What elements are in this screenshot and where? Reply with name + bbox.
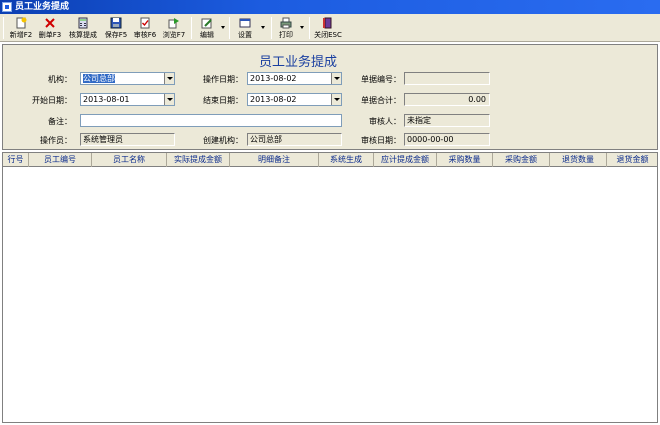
- print-menu-button[interactable]: 打印: [275, 16, 297, 40]
- op-date-value: 2013-08-02: [250, 74, 297, 83]
- creator-org-field: 公司总部: [247, 133, 342, 146]
- column-header[interactable]: 系统生成: [319, 153, 374, 167]
- column-header[interactable]: 退货数量: [550, 153, 607, 167]
- toolbar-separator: [229, 17, 230, 39]
- operator-label: 操作员：: [40, 136, 72, 145]
- auditor-label: 审核人：: [369, 117, 401, 126]
- title-bar: 员工业务提成: [0, 0, 660, 14]
- operator-field: 系统管理员: [80, 133, 175, 146]
- delete-button[interactable]: 删单F3: [36, 16, 64, 40]
- new-button-label: 新增F2: [9, 31, 33, 39]
- org-label: 机构：: [48, 75, 72, 84]
- column-header[interactable]: 采购金额: [493, 153, 550, 167]
- print-dropdown-arrow-icon[interactable]: [300, 26, 304, 29]
- toolbar-separator: [309, 17, 310, 39]
- calculator-icon: [78, 17, 88, 29]
- header-form-panel: 员工业务提成 机构： 公司总部 操作日期： 2013-08-02 单据编号： 开…: [2, 44, 658, 150]
- close-button[interactable]: 关闭ESC: [312, 16, 344, 40]
- op-date-picker[interactable]: 2013-08-02: [247, 72, 342, 85]
- edit-menu-button[interactable]: 编辑: [195, 16, 219, 40]
- delete-button-label: 删单F3: [38, 31, 62, 39]
- op-date-label: 操作日期：: [203, 75, 243, 84]
- org-value: 公司总部: [83, 74, 115, 83]
- print-button-label: 打印: [279, 31, 293, 39]
- app-window: 员工业务提成 新增F2 删单F3 核算提成 保存F5 审核F6 浏览F7 编辑 …: [0, 0, 660, 425]
- detail-grid[interactable]: 行号 员工编号 员工名称 实际提成金额 明细备注 系统生成 应计提成金额 采购数…: [2, 152, 658, 423]
- save-button-label: 保存F5: [104, 31, 128, 39]
- grid-header: 行号 员工编号 员工名称 实际提成金额 明细备注 系统生成 应计提成金额 采购数…: [3, 153, 657, 167]
- toolbar-separator: [271, 17, 272, 39]
- column-header[interactable]: 员工编号: [29, 153, 92, 167]
- settings-button-label: 设置: [238, 31, 252, 39]
- start-date-value: 2013-08-01: [83, 95, 130, 104]
- audit-date-label: 审核日期：: [361, 136, 401, 145]
- browse-button-label: 浏览F7: [162, 31, 186, 39]
- app-icon: [2, 2, 12, 12]
- column-header[interactable]: 退货金额: [607, 153, 657, 167]
- doc-no-field: [404, 72, 490, 85]
- auditor-field: 未指定: [404, 114, 490, 127]
- end-date-label: 结束日期：: [203, 96, 243, 105]
- column-header[interactable]: 行号: [3, 153, 29, 167]
- doc-total-field: 0.00: [404, 93, 490, 106]
- audit-date-field: 0000-00-00: [404, 133, 490, 146]
- settings-dropdown-arrow-icon[interactable]: [261, 26, 265, 29]
- browse-icon: [168, 18, 179, 29]
- new-document-icon: [16, 17, 27, 29]
- toolbar: 新增F2 删单F3 核算提成 保存F5 审核F6 浏览F7 编辑 设置 打印 关…: [0, 14, 660, 42]
- calc-commission-button[interactable]: 核算提成: [65, 16, 101, 40]
- close-button-label: 关闭ESC: [314, 31, 342, 39]
- audit-button[interactable]: 审核F6: [131, 16, 159, 40]
- calc-button-label: 核算提成: [69, 31, 97, 39]
- remark-label: 备注：: [48, 117, 72, 126]
- column-header[interactable]: 应计提成金额: [374, 153, 437, 167]
- remark-input[interactable]: [80, 114, 342, 127]
- edit-button-label: 编辑: [200, 31, 214, 39]
- new-button[interactable]: 新增F2: [7, 16, 35, 40]
- printer-icon: [280, 17, 292, 29]
- settings-menu-button[interactable]: 设置: [233, 16, 257, 40]
- save-disk-icon: [110, 17, 122, 29]
- start-date-label: 开始日期：: [32, 96, 72, 105]
- doc-no-label: 单据编号：: [361, 75, 401, 84]
- column-header[interactable]: 实际提成金额: [167, 153, 230, 167]
- settings-window-icon: [239, 18, 251, 28]
- creator-org-label: 创建机构：: [203, 136, 243, 145]
- exit-door-icon: [323, 17, 332, 29]
- column-header[interactable]: 员工名称: [92, 153, 167, 167]
- window-title: 员工业务提成: [15, 2, 70, 12]
- audit-check-icon: [140, 17, 150, 29]
- org-combo[interactable]: 公司总部: [80, 72, 175, 85]
- audit-button-label: 审核F6: [133, 31, 157, 39]
- form-title: 员工业务提成: [258, 55, 337, 70]
- save-button[interactable]: 保存F5: [102, 16, 130, 40]
- toolbar-separator: [191, 17, 192, 39]
- edit-dropdown-arrow-icon[interactable]: [221, 26, 225, 29]
- toolbar-grip: [3, 17, 4, 39]
- edit-pencil-icon: [201, 18, 212, 29]
- end-date-picker[interactable]: 2013-08-02: [247, 93, 342, 106]
- delete-icon: [45, 18, 55, 28]
- column-header[interactable]: 采购数量: [437, 153, 493, 167]
- end-date-value: 2013-08-02: [250, 95, 297, 104]
- column-header[interactable]: 明细备注: [230, 153, 319, 167]
- doc-total-label: 单据合计：: [361, 96, 401, 105]
- browse-button[interactable]: 浏览F7: [160, 16, 188, 40]
- start-date-picker[interactable]: 2013-08-01: [80, 93, 175, 106]
